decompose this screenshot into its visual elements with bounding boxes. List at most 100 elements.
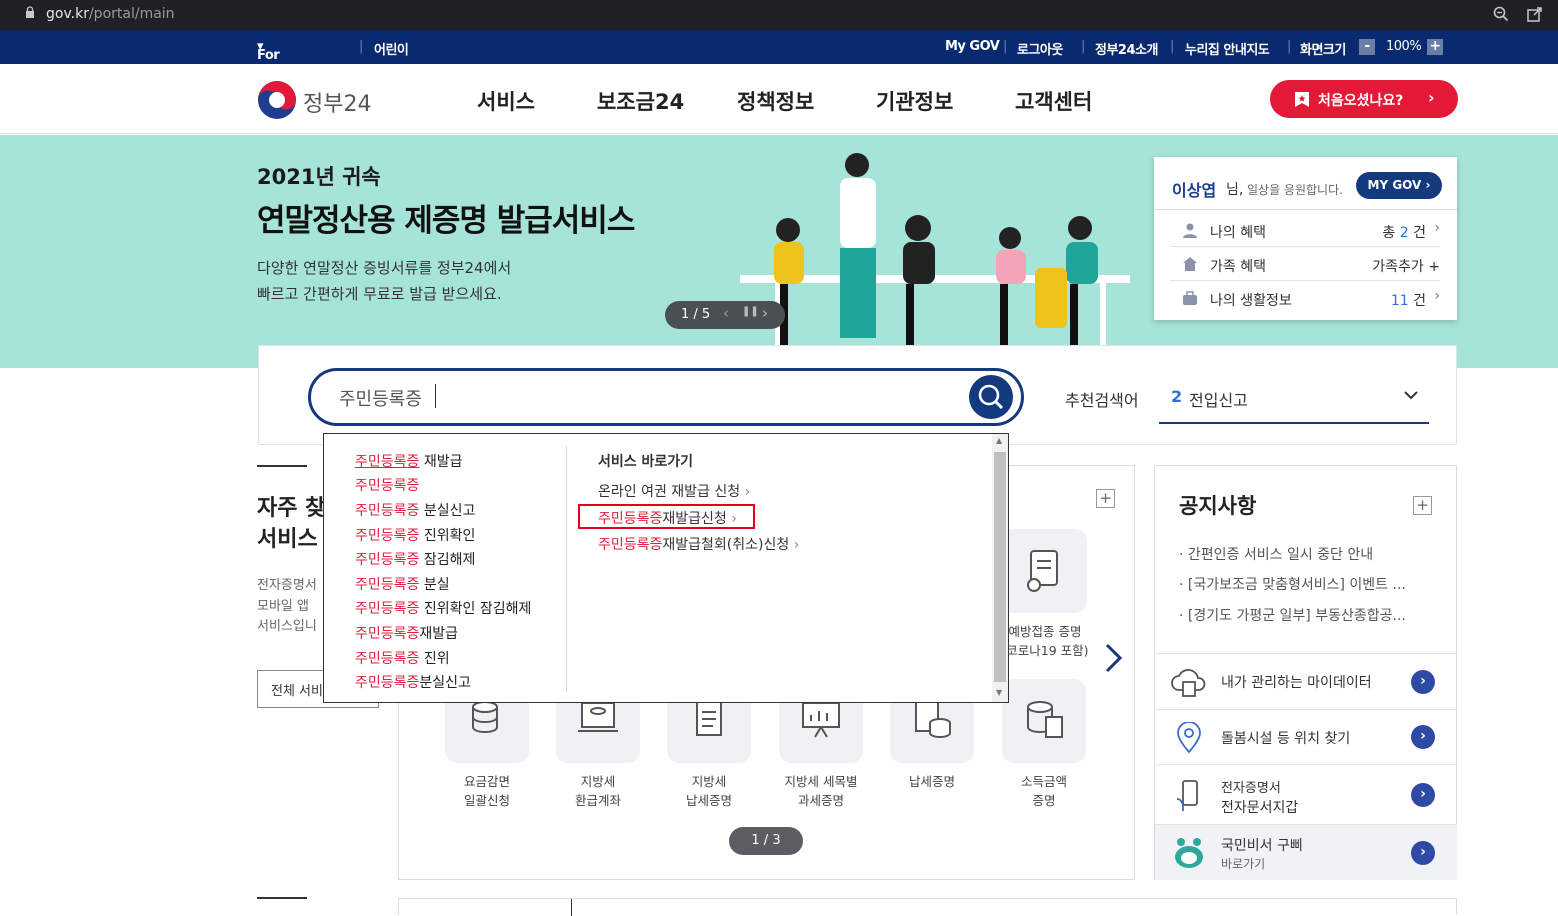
tile-label: 지방세 <box>580 774 616 789</box>
scrollbar[interactable]: ▲ ▼ <box>992 434 1008 702</box>
wallet-phone-icon <box>1176 780 1198 811</box>
quick-link-mydata[interactable]: 내가 관리하는 마이데이터 › <box>1155 653 1457 709</box>
my-benefits-row[interactable]: 나의 혜택 총 2 건 › <box>1170 213 1440 247</box>
nav-subsidy24[interactable]: 보조금24 <box>597 86 684 116</box>
url-text[interactable]: gov.kr/portal/main <box>46 6 175 22</box>
mygov-link[interactable]: My GOV <box>945 39 1000 54</box>
tile-label: 지방세 <box>691 774 727 789</box>
sitemap-link[interactable]: 누리집 안내지도 <box>1185 39 1270 58</box>
frequent-desc-3: 서비스입니 <box>257 619 317 634</box>
row-label: 나의 혜택 <box>1210 225 1266 241</box>
zoom-in-button[interactable]: + <box>1427 39 1443 55</box>
notice-item[interactable]: · [국가보조금 맞춤형서비스] 이벤트 ... <box>1179 574 1406 594</box>
laptop-database-icon <box>578 702 618 732</box>
browser-address-bar: gov.kr/portal/main <box>0 0 1558 30</box>
notice-item[interactable]: · 간편인증 서비스 일시 중단 안내 <box>1179 544 1373 564</box>
banner-headline: 연말정산용 제증명 발급서비스 <box>257 203 635 239</box>
suggestion-item[interactable]: 주민등록증 진위확인 잠김해제 <box>355 598 531 618</box>
quick-link-label: 내가 관리하는 마이데이터 <box>1221 675 1372 691</box>
divider: | <box>359 39 363 54</box>
site-logo[interactable]: 정부24 <box>257 80 371 124</box>
screen-size-label: 화면크기 <box>1300 43 1346 58</box>
taegeuk-logo-icon <box>258 81 296 119</box>
banner-pager: 1 / 5 ‹ ❚❚ › <box>665 301 785 329</box>
service-shortcut-item[interactable]: 온라인 여권 재발급 신청 › <box>598 481 750 501</box>
for-foreigners-link[interactable]: For Foreigners ▾ <box>257 39 331 78</box>
notices-more-button[interactable]: + <box>1413 496 1432 515</box>
suggestion-item[interactable]: 주민등록증 진위 <box>355 648 450 668</box>
utility-bar: For Foreigners ▾ | 어린이 My GOV | 로그아웃 | 정… <box>0 30 1558 78</box>
certificate-icon <box>1027 550 1058 592</box>
nav-policy-info[interactable]: 정책정보 <box>737 86 814 116</box>
banner-desc-2: 빠르고 간편하게 무료로 발급 받으세요. <box>257 285 502 303</box>
service-shortcut-item[interactable]: 주민등록증재발급철회(취소)신청 › <box>598 534 799 554</box>
service-shortcut-item[interactable]: 주민등록증재발급신청 › <box>598 508 737 528</box>
quick-link-e-certificate[interactable]: 전자증명서 전자문서지갑 › <box>1155 764 1457 824</box>
scrollbar-thumb[interactable] <box>994 452 1006 682</box>
person-icon <box>1183 223 1197 238</box>
tile-label: 소득금액 <box>1020 774 1067 789</box>
divider: | <box>1170 39 1174 54</box>
nav-customer-center[interactable]: 고객센터 <box>1015 86 1092 116</box>
gubbi-mascot-icon <box>1175 838 1203 868</box>
quick-link-label: 국민비서 구삐 <box>1221 838 1303 854</box>
divider: | <box>1287 39 1291 54</box>
chevron-right-icon: › <box>1411 783 1435 807</box>
more-plus-button[interactable]: + <box>1096 489 1115 508</box>
nav-agency-info[interactable]: 기관정보 <box>876 86 953 116</box>
suggestion-item[interactable]: 주민등록증 분실 <box>355 574 450 594</box>
logo-text: 정부24 <box>303 92 372 117</box>
family-benefits-row[interactable]: 가족 혜택 가족추가 + <box>1170 247 1440 281</box>
life-info-row[interactable]: 나의 생활정보 11 건 › <box>1170 281 1440 315</box>
chevron-right-icon: › <box>1411 841 1435 865</box>
divider <box>1154 209 1457 210</box>
suggestion-item[interactable]: 주민등록증 잠김해제 <box>355 549 475 569</box>
document-icon <box>696 700 722 736</box>
recommend-term: 전입신고 <box>1189 391 1248 410</box>
lock-icon <box>26 6 34 18</box>
zoom-out-button[interactable]: - <box>1359 39 1375 55</box>
suggestion-item[interactable]: 주민등록증 <box>355 475 419 495</box>
services-shortcut-title: 서비스 바로가기 <box>598 454 694 470</box>
suggestion-item[interactable]: 주민등록증 진위확인 <box>355 525 475 545</box>
tile-label: 요금감면 <box>463 774 510 789</box>
scroll-down-icon[interactable]: ▼ <box>996 688 1002 697</box>
text-cursor <box>435 384 436 408</box>
first-visit-button[interactable]: 처음오셨나요? › <box>1270 80 1458 118</box>
suggestion-item[interactable]: 주민등록증재발급 <box>355 623 458 643</box>
suggestion-item[interactable]: 주민등록증 분실신고 <box>355 500 475 520</box>
kids-link[interactable]: 어린이 <box>374 39 409 58</box>
notice-item[interactable]: · [경기도 가평군 일부] 부동산종합공... <box>1179 605 1406 625</box>
about-link[interactable]: 정부24소개 <box>1095 39 1158 58</box>
divider <box>257 897 307 899</box>
quick-link-care-location[interactable]: 돌봄시설 등 위치 찾기 › <box>1155 709 1457 764</box>
suggestion-item[interactable]: 주민등록증분실신고 <box>355 672 471 692</box>
zoom-icon[interactable] <box>1492 5 1510 23</box>
service-tile[interactable] <box>1002 679 1086 763</box>
recommend-select[interactable]: 2 전입신고 <box>1159 376 1429 424</box>
suggestion-item[interactable]: 주민등록증 재발급 <box>355 451 463 471</box>
divider <box>566 446 567 692</box>
frequent-title-1: 자주 찾 <box>257 496 326 521</box>
home-icon <box>1183 257 1197 271</box>
quick-link-gubbi[interactable]: 국민비서 구삐 바로가기 › <box>1155 824 1457 880</box>
share-icon[interactable] <box>1526 5 1544 23</box>
scroll-up-icon[interactable]: ▲ <box>996 436 1002 445</box>
divider <box>257 465 307 467</box>
logout-link[interactable]: 로그아웃 <box>1017 39 1063 58</box>
chevron-down-icon <box>1404 391 1418 400</box>
people-meeting-illustration <box>740 153 1130 368</box>
chevron-right-icon[interactable] <box>1103 642 1125 674</box>
vaccination-tile[interactable] <box>1003 529 1087 613</box>
nav-services[interactable]: 서비스 <box>477 86 535 116</box>
frequent-desc-1: 전자증명서 <box>257 578 317 593</box>
search-query-text: 주민등록증 <box>339 389 422 410</box>
search-button[interactable] <box>969 375 1013 419</box>
mygov-button[interactable]: MY GOV › <box>1356 172 1442 199</box>
chevron-right-icon[interactable]: › <box>762 304 768 322</box>
pause-icon[interactable]: ❚❚ <box>742 306 759 317</box>
chevron-right-icon: › <box>1411 670 1435 694</box>
tile-label: 지방세 세목별 <box>784 774 858 789</box>
chevron-left-icon[interactable]: ‹ <box>723 304 729 322</box>
search-input[interactable]: 주민등록증 <box>308 368 1024 426</box>
